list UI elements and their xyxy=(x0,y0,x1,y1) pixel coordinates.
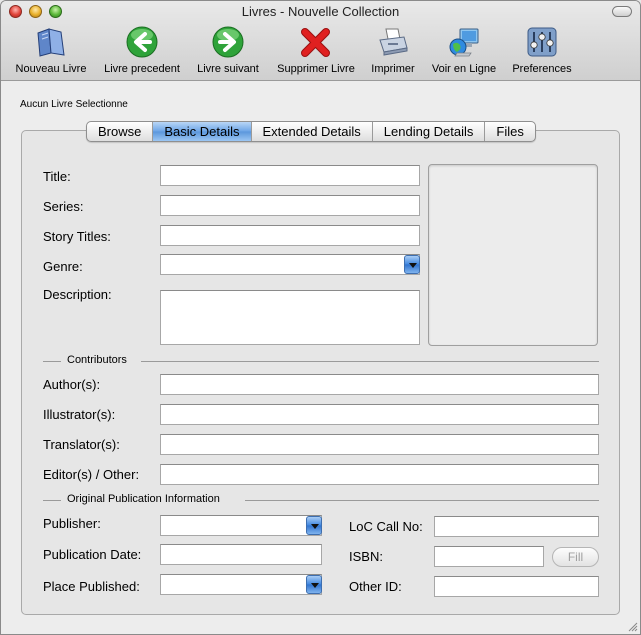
place-published-combobox[interactable] xyxy=(160,574,322,595)
genre-combobox[interactable] xyxy=(160,254,420,275)
main-window: Livres - Nouvelle Collection Nouveau Liv… xyxy=(0,0,641,635)
fill-button[interactable]: Fill xyxy=(552,547,599,567)
tab-files[interactable]: Files xyxy=(485,122,534,141)
view-online-button[interactable]: Voir en Ligne xyxy=(427,25,501,79)
divider xyxy=(43,500,61,501)
authors-label: Author(s): xyxy=(43,377,101,392)
tab-lending-details[interactable]: Lending Details xyxy=(373,122,486,141)
window-title: Livres - Nouvelle Collection xyxy=(241,4,400,19)
isbn-field[interactable] xyxy=(434,546,544,567)
resize-grip-icon[interactable] xyxy=(626,620,638,632)
toolbar: Nouveau Livre Livre precedent Livre suiv xyxy=(1,25,640,79)
tab-bar: Browse Basic Details Extended Details Le… xyxy=(86,121,536,142)
genre-label: Genre: xyxy=(43,259,83,274)
divider xyxy=(245,500,599,501)
contributors-heading: Contributors xyxy=(67,354,127,366)
description-field[interactable] xyxy=(160,290,420,345)
publisher-combobox[interactable] xyxy=(160,515,322,536)
description-label: Description: xyxy=(43,287,112,302)
translators-label: Translator(s): xyxy=(43,437,120,452)
book-icon xyxy=(37,28,65,57)
isbn-label: ISBN: xyxy=(349,549,383,564)
publisher-label: Publisher: xyxy=(43,516,101,531)
illustrators-field[interactable] xyxy=(160,404,599,425)
printer-icon xyxy=(379,28,408,56)
contributors-section-header: Contributors xyxy=(43,354,599,368)
other-id-field[interactable] xyxy=(434,576,599,597)
preferences-sliders-icon xyxy=(527,27,557,57)
editors-label: Editor(s) / Other: xyxy=(43,467,140,482)
title-field[interactable] xyxy=(160,165,420,186)
publication-date-label: Publication Date: xyxy=(43,547,142,562)
delete-x-icon xyxy=(301,28,330,57)
loc-call-no-field[interactable] xyxy=(434,516,599,537)
chevron-down-icon xyxy=(311,524,319,529)
place-dropdown-button[interactable] xyxy=(306,575,322,594)
title-label: Title: xyxy=(43,169,71,184)
publication-heading: Original Publication Information xyxy=(67,493,220,505)
new-book-button[interactable]: Nouveau Livre xyxy=(12,25,90,79)
divider xyxy=(43,361,61,362)
chevron-down-icon xyxy=(409,263,417,268)
tab-extended-details[interactable]: Extended Details xyxy=(252,122,373,141)
publisher-dropdown-button[interactable] xyxy=(306,516,322,535)
delete-book-button[interactable]: Supprimer Livre xyxy=(272,25,360,79)
publication-section-header: Original Publication Information xyxy=(43,493,599,507)
translators-field[interactable] xyxy=(160,434,599,455)
other-id-label: Other ID: xyxy=(349,579,402,594)
arrow-right-icon xyxy=(212,26,244,58)
series-field[interactable] xyxy=(160,195,420,216)
authors-field[interactable] xyxy=(160,374,599,395)
publication-date-field[interactable] xyxy=(160,544,322,565)
tab-browse[interactable]: Browse xyxy=(87,122,154,141)
window-chrome: Livres - Nouvelle Collection Nouveau Liv… xyxy=(1,1,640,81)
series-label: Series: xyxy=(43,199,84,214)
toolbar-toggle-button[interactable] xyxy=(612,6,632,17)
illustrators-label: Illustrator(s): xyxy=(43,407,116,422)
tab-basic-details[interactable]: Basic Details xyxy=(153,122,252,141)
story-titles-label: Story Titles: xyxy=(43,229,111,244)
next-book-button[interactable]: Livre suivant xyxy=(192,25,264,79)
editors-field[interactable] xyxy=(160,464,599,485)
preferences-button[interactable]: Preferences xyxy=(509,25,575,79)
loc-call-no-label: LoC Call No: xyxy=(349,519,423,534)
previous-book-button[interactable]: Livre precedent xyxy=(99,25,185,79)
arrow-left-icon xyxy=(126,26,158,58)
place-published-label: Place Published: xyxy=(43,579,140,594)
globe-computer-icon xyxy=(449,28,479,57)
print-button[interactable]: Imprimer xyxy=(366,25,420,79)
chevron-down-icon xyxy=(311,583,319,588)
genre-dropdown-button[interactable] xyxy=(404,255,420,274)
selection-status: Aucun Livre Selectionne xyxy=(20,99,128,110)
story-titles-field[interactable] xyxy=(160,225,420,246)
cover-image-well[interactable] xyxy=(428,164,598,346)
divider xyxy=(141,361,599,362)
title-bar: Livres - Nouvelle Collection xyxy=(1,1,640,23)
